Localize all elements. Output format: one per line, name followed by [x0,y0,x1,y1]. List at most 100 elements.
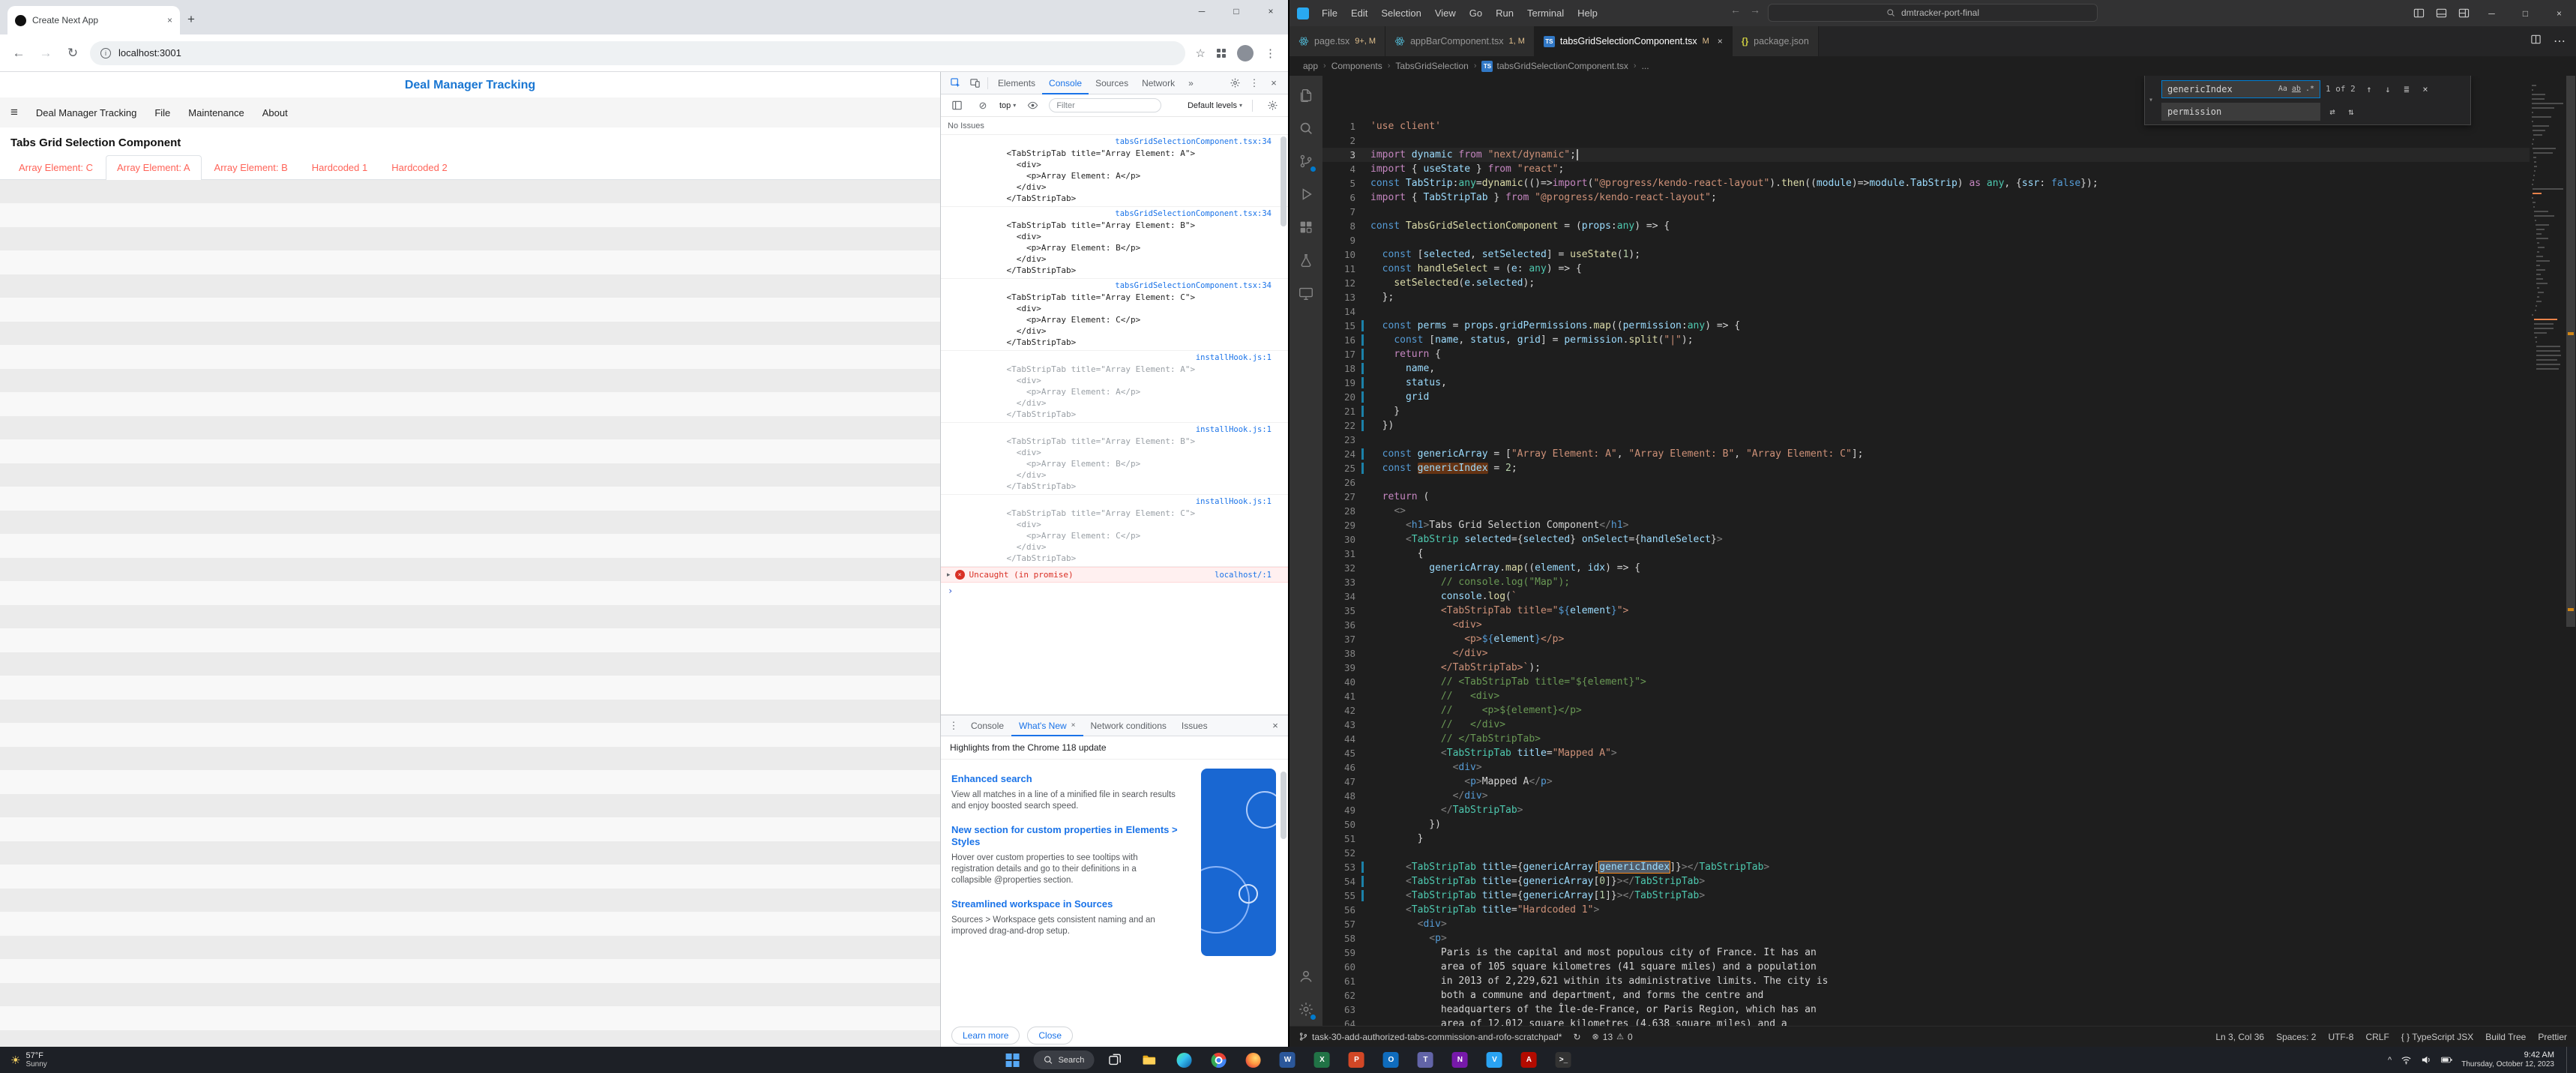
address-bar[interactable]: i localhost:3001 [90,41,1185,65]
console-source-link[interactable]: installHook.js:1 [1196,497,1272,506]
devtools-tab-elements[interactable]: Elements [991,72,1042,94]
replace-all-icon[interactable]: ⇅ [2344,106,2358,117]
next-match-icon[interactable]: ↓ [2381,84,2395,94]
console-sidebar-icon[interactable] [947,94,966,117]
git-branch-indicator[interactable]: task-30-add-authorized-tabs-commission-a… [1298,1032,1562,1042]
console-source-link[interactable]: tabsGridSelectionComponent.tsx:34 [1115,209,1272,218]
maximize-button[interactable]: □ [2509,0,2542,26]
minimap[interactable] [2530,76,2566,1026]
menu-view[interactable]: View [1428,7,1463,19]
close-find-icon[interactable]: × [2419,84,2432,94]
devtools-tab-console[interactable]: Console [1042,72,1089,94]
close-tab-icon[interactable]: × [1718,36,1723,46]
whats-new-section-title[interactable]: Enhanced search [951,773,1191,785]
status-build-tree[interactable]: Build Tree [2485,1032,2526,1042]
site-info-icon[interactable]: i [100,48,111,58]
file-explorer-icon[interactable] [1136,1049,1163,1072]
close-drawer-icon[interactable]: × [1266,715,1285,737]
menu-file[interactable]: File [1315,7,1344,19]
weather-widget[interactable]: ☀ 57°F Sunny [0,1047,58,1073]
close-whats-new-button[interactable]: Close [1027,1027,1073,1045]
menu-edit[interactable]: Edit [1344,7,1374,19]
code-editor[interactable]: 1'use client'23import dynamic from "next… [1322,76,2576,1026]
reload-button[interactable]: ↻ [63,46,82,61]
status-typescript-jsx[interactable]: { } TypeScript JSX [2401,1032,2474,1042]
code-area[interactable]: 1'use client'23import dynamic from "next… [1322,76,2530,1026]
execution-context-selector[interactable]: top▾ [999,101,1016,110]
expand-triangle-icon[interactable]: ▸ [947,571,951,579]
editor-scrollbar[interactable] [2566,76,2576,1026]
page-tab-array-element-a[interactable]: Array Element: A [106,155,202,180]
replace-one-icon[interactable]: ⇄ [2326,106,2339,117]
vscode-icon[interactable]: V [1481,1049,1508,1072]
drawer-tab-console[interactable]: Console [963,715,1011,736]
clear-console-icon[interactable]: ⊘ [973,94,993,117]
status-spaces-2[interactable]: Spaces: 2 [2276,1032,2316,1042]
console-filter-input[interactable] [1049,98,1161,112]
close-button[interactable]: × [2542,0,2576,26]
chrome-icon[interactable] [1205,1049,1232,1072]
status-ln-3-col-36[interactable]: Ln 3, Col 36 [2215,1032,2264,1042]
drawer-tab-issues[interactable]: Issues [1174,715,1215,736]
drawer-tab-network-conditions[interactable]: Network conditions [1083,715,1174,736]
toggle-replace-icon[interactable]: ▾ [2145,76,2157,124]
teams-icon[interactable]: T [1412,1049,1439,1072]
breadcrumb-item-app[interactable]: app [1303,61,1318,71]
devtools-tab-network[interactable]: Network [1135,72,1182,94]
extensions-icon[interactable] [1289,211,1322,244]
scrollbar-thumb[interactable] [2566,76,2575,627]
remote-explorer-icon[interactable] [1289,277,1322,310]
menu-go[interactable]: Go [1463,7,1489,19]
console-source-link[interactable]: installHook.js:1 [1196,353,1272,362]
start-icon[interactable] [999,1049,1026,1072]
firefox-icon[interactable] [1239,1049,1266,1072]
appbar-menu-file[interactable]: File [154,107,170,118]
device-toolbar-icon[interactable] [965,72,984,94]
clock[interactable]: 9:42 AM Thursday, October 12, 2023 [2461,1051,2554,1069]
console-prompt[interactable]: › [941,583,1288,599]
breadcrumb-item-components[interactable]: Components [1331,61,1382,71]
search-icon[interactable] [1289,112,1322,145]
breadcrumb-item-tabsgridselectioncomponent-tsx[interactable]: TStabsGridSelectionComponent.tsx [1481,61,1628,72]
accounts-icon[interactable] [1289,960,1322,993]
browser-menu-icon[interactable]: ⋮ [1265,46,1276,60]
menu-selection[interactable]: Selection [1374,7,1427,19]
menu-terminal[interactable]: Terminal [1520,7,1571,19]
show-desktop-button[interactable] [2566,1047,2570,1073]
whats-new-section-title[interactable]: New section for custom properties in Ele… [951,824,1191,848]
testing-icon[interactable] [1289,244,1322,277]
eye-icon[interactable] [1023,94,1042,117]
editor-tab-tabsgridselectioncomponent-tsx[interactable]: TStabsGridSelectionComponent.tsxM× [1535,26,1733,56]
outlook-icon[interactable]: O [1377,1049,1404,1072]
profile-avatar[interactable] [1237,45,1254,61]
problems-indicator[interactable]: ⊗13 ⚠0 [1592,1032,1633,1042]
more-tabs-icon[interactable]: » [1182,72,1200,94]
close-tab-icon[interactable]: × [1071,721,1076,730]
minimize-button[interactable]: ─ [1185,0,1219,22]
learn-more-button[interactable]: Learn more [951,1027,1020,1045]
customize-layout-icon[interactable] [2452,0,2475,26]
close-button[interactable]: × [1254,0,1288,22]
appbar-menu-maintenance[interactable]: Maintenance [188,107,244,118]
settings-icon[interactable] [1289,993,1322,1026]
search-icon[interactable]: Search [1034,1049,1095,1072]
bookmark-star-icon[interactable]: ☆ [1196,46,1206,60]
powerpoint-icon[interactable]: P [1343,1049,1370,1072]
drawer-scrollbar[interactable] [1281,772,1287,839]
find-in-selection-icon[interactable]: ≣ [2400,84,2413,94]
editor-tab-page-tsx[interactable]: page.tsx9+, M [1289,26,1385,56]
editor-tab-package-json[interactable]: {}package.json [1733,26,1819,56]
status-prettier[interactable]: Prettier [2538,1032,2567,1042]
devtools-settings-icon[interactable] [1225,72,1245,94]
whole-word-icon[interactable]: ab [2292,85,2301,93]
source-control-icon[interactable] [1289,145,1322,178]
breadcrumb-item-tabsgridselection[interactable]: TabsGridSelection [1395,61,1468,71]
toggle-bottom-panel-icon[interactable] [2430,0,2452,26]
explorer-icon[interactable] [1289,79,1322,112]
word-icon[interactable]: W [1274,1049,1301,1072]
hamburger-menu-icon[interactable]: ≡ [10,105,18,120]
volume-icon[interactable] [2421,1054,2432,1066]
page-tab-hardcoded-1[interactable]: Hardcoded 1 [301,155,379,179]
console-source-link[interactable]: tabsGridSelectionComponent.tsx:34 [1115,281,1272,290]
match-case-icon[interactable]: Aa [2278,85,2287,93]
